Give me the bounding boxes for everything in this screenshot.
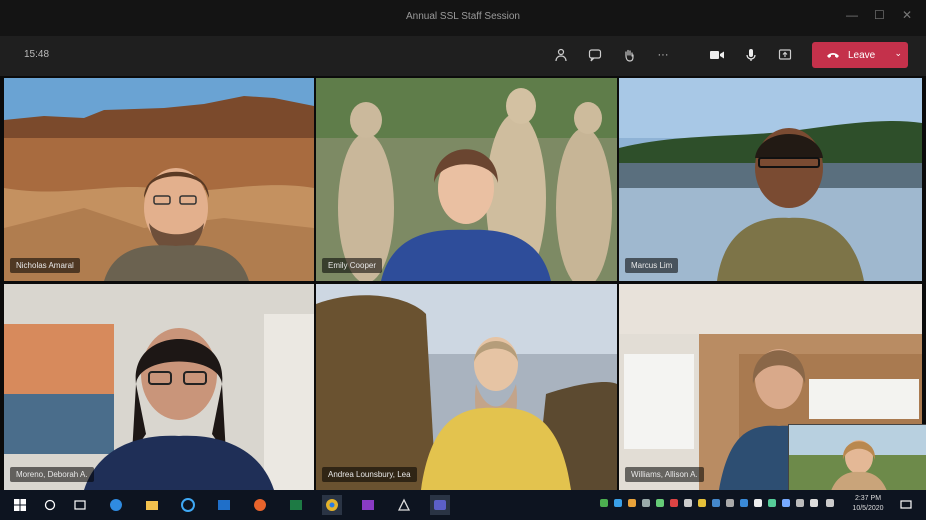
outlook-icon (218, 500, 230, 510)
windows-logo-icon (14, 499, 26, 511)
chevron-down-icon[interactable]: ⌄ (894, 48, 902, 59)
participant-tile[interactable]: Nicholas Amaral (4, 78, 314, 281)
task-view-button[interactable] (70, 495, 90, 515)
chat-icon (588, 49, 602, 62)
tray-icon[interactable] (768, 499, 776, 507)
raise-hand-button[interactable] (616, 42, 642, 68)
tray-icon[interactable] (628, 499, 636, 507)
edge-browser-icon (110, 499, 122, 511)
clock-time: 2:37 PM (854, 495, 882, 502)
notification-icon (900, 500, 912, 509)
volume-icon[interactable] (826, 499, 834, 507)
taskbar-app-chrome[interactable] (322, 495, 342, 515)
chrome-icon (326, 499, 338, 511)
participant-tile[interactable]: Emily Cooper (316, 78, 617, 281)
maximize-button[interactable]: ☐ (874, 8, 885, 22)
self-view-video[interactable] (788, 424, 926, 492)
taskbar-clock[interactable]: 2:37 PM 10/5/2020 (848, 494, 888, 514)
search-icon (44, 499, 56, 511)
tray-icon[interactable] (614, 499, 622, 507)
show-participants-button[interactable] (548, 42, 574, 68)
meeting-timer: 15:48 (24, 49, 50, 60)
share-screen-icon (778, 49, 792, 60)
acrobat-icon (397, 498, 411, 511)
search-button[interactable] (40, 495, 60, 515)
internet-explorer-icon (181, 498, 195, 512)
onenote-icon (362, 500, 374, 510)
tray-icon[interactable] (796, 499, 804, 507)
lake-background-image (619, 78, 922, 281)
canyon-background-image (4, 78, 314, 281)
taskbar-app-acrobat[interactable] (394, 495, 414, 515)
tray-icon[interactable] (670, 499, 678, 507)
rock-background-image (316, 284, 617, 490)
hand-icon (625, 49, 634, 62)
excel-icon (290, 500, 302, 510)
more-actions-button[interactable]: ··· (650, 42, 676, 68)
taskbar-app-onenote[interactable] (358, 495, 378, 515)
window-title: Annual SSL Staff Session (406, 11, 520, 22)
taskbar-app-excel[interactable] (286, 495, 306, 515)
close-window-button[interactable]: ✕ (902, 8, 912, 22)
tray-icon[interactable] (698, 499, 706, 507)
tray-icon[interactable] (810, 499, 818, 507)
taskbar-app-firefox[interactable] (250, 495, 270, 515)
tray-icon[interactable] (684, 499, 692, 507)
participant-name: Andrea Lounsbury, Lea (322, 467, 417, 482)
room-background-image (4, 284, 314, 490)
task-view-icon (74, 500, 86, 510)
camera-button[interactable] (704, 42, 730, 68)
participant-tile[interactable]: Andrea Lounsbury, Lea (316, 284, 617, 490)
firefox-icon (254, 499, 266, 511)
minimize-button[interactable]: — (846, 8, 858, 22)
tray-icon[interactable] (656, 499, 664, 507)
folder-icon (146, 501, 158, 510)
taskbar-app-teams[interactable] (430, 495, 450, 515)
tray-icon[interactable] (712, 499, 720, 507)
microphone-button[interactable] (738, 42, 764, 68)
tray-icon[interactable] (754, 499, 762, 507)
taskbar-app-outlook[interactable] (214, 495, 234, 515)
leave-label: Leave (848, 49, 876, 61)
tray-icon[interactable] (642, 499, 650, 507)
share-screen-button[interactable] (772, 42, 798, 68)
tray-icon[interactable] (726, 499, 734, 507)
start-button[interactable] (10, 495, 30, 515)
teams-icon (434, 500, 446, 510)
meerkats-background-image (316, 78, 617, 281)
tray-icon[interactable] (782, 499, 790, 507)
taskbar-app-edge[interactable] (106, 495, 126, 515)
clock-date: 10/5/2020 (852, 505, 884, 512)
microphone-icon (746, 49, 756, 61)
people-icon (555, 48, 567, 62)
participant-tile[interactable]: Moreno, Deborah A. (4, 284, 314, 490)
notifications-button[interactable] (896, 495, 916, 515)
self-view-image (789, 425, 926, 491)
tray-icon[interactable] (600, 499, 608, 507)
windows-taskbar: 2:37 PM 10/5/2020 (0, 490, 926, 520)
participant-name: Williams, Allison A. (625, 467, 704, 482)
participant-name: Moreno, Deborah A. (10, 467, 94, 482)
participant-name: Emily Cooper (322, 258, 383, 273)
participant-name: Marcus Lim (625, 258, 679, 273)
participant-name: Nicholas Amaral (10, 258, 80, 273)
taskbar-app-ie[interactable] (178, 495, 198, 515)
taskbar-app-file-explorer[interactable] (142, 495, 162, 515)
hang-up-icon (827, 53, 839, 58)
tray-icon[interactable] (740, 499, 748, 507)
leave-button[interactable]: Leave ⌄ (812, 42, 908, 68)
camera-icon (710, 51, 724, 59)
meeting-toolbar: 15:48 ··· Leave ⌄ (0, 36, 926, 76)
show-chat-button[interactable] (582, 42, 608, 68)
participant-tile[interactable]: Marcus Lim (619, 78, 922, 281)
title-bar: Annual SSL Staff Session — ☐ ✕ (0, 0, 926, 36)
